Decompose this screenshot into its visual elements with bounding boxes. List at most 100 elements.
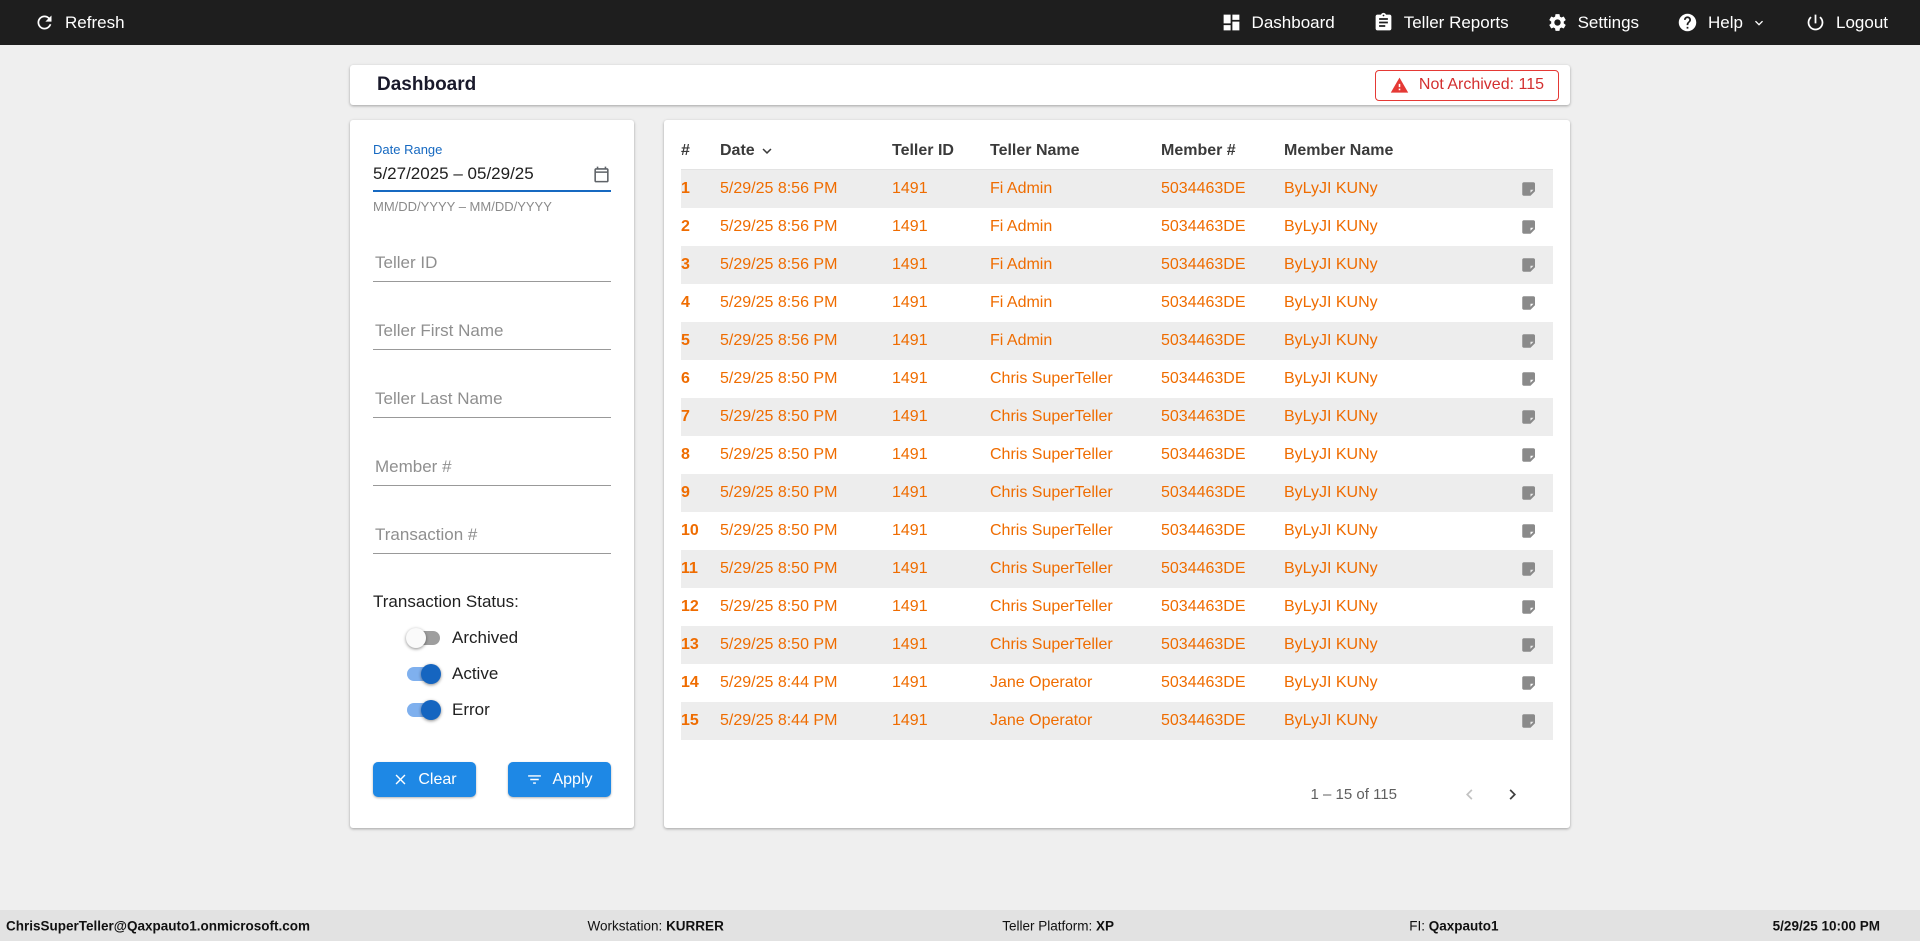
teller-id-input[interactable] xyxy=(373,252,611,274)
note-button[interactable] xyxy=(1505,294,1553,312)
col-header-number: # xyxy=(681,141,690,159)
row-member-number: 5034463DE xyxy=(1161,484,1246,501)
teller-id-field xyxy=(373,252,611,282)
table-row[interactable]: 8 5/29/25 8:50 PM 1491 Chris SuperTeller… xyxy=(681,436,1553,474)
nav-teller-reports[interactable]: Teller Reports xyxy=(1373,12,1509,33)
row-number: 4 xyxy=(681,294,690,311)
workstation-label: Workstation: xyxy=(587,918,663,933)
col-header-member-number: Member # xyxy=(1161,141,1236,159)
calendar-icon xyxy=(594,166,609,182)
row-number: 1 xyxy=(681,180,690,197)
row-teller-id: 1491 xyxy=(892,256,928,273)
clear-button[interactable]: Clear xyxy=(373,762,476,797)
gear-icon xyxy=(1548,14,1566,31)
table-row[interactable]: 5 5/29/25 8:56 PM 1491 Fi Admin 5034463D… xyxy=(681,322,1553,360)
nav-dashboard[interactable]: Dashboard xyxy=(1221,12,1335,33)
table-row[interactable]: 15 5/29/25 8:44 PM 1491 Jane Operator 50… xyxy=(681,702,1553,740)
col-header-date[interactable]: Date xyxy=(720,142,892,160)
row-teller-name: Fi Admin xyxy=(990,256,1053,273)
teller-last-name-input[interactable] xyxy=(373,388,611,410)
note-button[interactable] xyxy=(1505,332,1553,350)
table-row[interactable]: 14 5/29/25 8:44 PM 1491 Jane Operator 50… xyxy=(681,664,1553,702)
note-button[interactable] xyxy=(1505,180,1553,198)
active-toggle[interactable] xyxy=(407,663,441,684)
table-row[interactable]: 2 5/29/25 8:56 PM 1491 Fi Admin 5034463D… xyxy=(681,208,1553,246)
note-button[interactable] xyxy=(1505,598,1553,616)
sort-chevron-down-icon xyxy=(762,147,772,154)
teller-platform-status: Teller Platform: XP xyxy=(1002,918,1114,933)
logged-in-user: ChrisSuperTeller@Qaxpauto1.onmicrosoft.c… xyxy=(6,918,310,933)
row-member-name: ByLyJI KUNy xyxy=(1284,674,1378,691)
row-teller-name: Jane Operator xyxy=(990,674,1093,691)
nav-logout[interactable]: Logout xyxy=(1805,12,1888,33)
nav-settings[interactable]: Settings xyxy=(1547,12,1639,33)
pagination: 1 – 15 of 115 xyxy=(681,784,1553,805)
table-body: 1 5/29/25 8:56 PM 1491 Fi Admin 5034463D… xyxy=(681,170,1553,740)
note-button[interactable] xyxy=(1505,712,1553,730)
row-teller-id: 1491 xyxy=(892,560,928,577)
row-teller-name: Fi Admin xyxy=(990,332,1053,349)
note-button[interactable] xyxy=(1505,256,1553,274)
table-row[interactable]: 4 5/29/25 8:56 PM 1491 Fi Admin 5034463D… xyxy=(681,284,1553,322)
note-button[interactable] xyxy=(1505,370,1553,388)
table-row[interactable]: 13 5/29/25 8:50 PM 1491 Chris SuperTelle… xyxy=(681,626,1553,664)
power-icon xyxy=(1807,14,1824,31)
top-navigation-bar: Refresh Dashboard Teller Reports Setting… xyxy=(0,0,1920,45)
row-number: 6 xyxy=(681,370,690,387)
table-row[interactable]: 7 5/29/25 8:50 PM 1491 Chris SuperTeller… xyxy=(681,398,1553,436)
table-row[interactable]: 10 5/29/25 8:50 PM 1491 Chris SuperTelle… xyxy=(681,512,1553,550)
help-icon xyxy=(1678,13,1697,32)
apply-button[interactable]: Apply xyxy=(508,762,611,797)
table-row[interactable]: 11 5/29/25 8:50 PM 1491 Chris SuperTelle… xyxy=(681,550,1553,588)
note-icon xyxy=(1522,410,1535,424)
main-content: Dashboard Not Archived: 115 Date Range M… xyxy=(0,45,1920,910)
row-teller-name: Chris SuperTeller xyxy=(990,446,1113,463)
table-row[interactable]: 1 5/29/25 8:56 PM 1491 Fi Admin 5034463D… xyxy=(681,170,1553,208)
transaction-number-input[interactable] xyxy=(373,524,611,546)
row-date: 5/29/25 8:44 PM xyxy=(720,674,838,691)
archived-toggle[interactable] xyxy=(406,627,440,648)
note-button[interactable] xyxy=(1505,560,1553,578)
row-date: 5/29/25 8:56 PM xyxy=(720,180,838,197)
row-date: 5/29/25 8:50 PM xyxy=(720,484,838,501)
row-teller-name: Chris SuperTeller xyxy=(990,560,1113,577)
dashboard-icon xyxy=(1223,14,1239,31)
date-range-input[interactable] xyxy=(373,164,586,184)
archived-toggle-label: Archived xyxy=(452,627,519,647)
teller-platform-value: XP xyxy=(1096,918,1115,933)
next-page-button[interactable] xyxy=(1502,784,1523,805)
note-button[interactable] xyxy=(1505,636,1553,654)
row-member-name: ByLyJI KUNy xyxy=(1284,712,1378,729)
row-member-number: 5034463DE xyxy=(1161,180,1246,197)
member-number-input[interactable] xyxy=(373,456,611,478)
close-icon xyxy=(395,774,406,785)
row-member-number: 5034463DE xyxy=(1161,636,1246,653)
row-number: 5 xyxy=(681,332,690,349)
pagination-range-label: 1 – 15 of 115 xyxy=(1310,786,1397,803)
error-toggle[interactable] xyxy=(407,699,441,720)
note-button[interactable] xyxy=(1505,674,1553,692)
nav-help[interactable]: Help xyxy=(1677,12,1767,33)
archived-toggle-row: Archived xyxy=(406,627,611,648)
chevron-left-icon xyxy=(1466,789,1473,800)
refresh-button[interactable]: Refresh xyxy=(34,12,125,33)
table-row[interactable]: 12 5/29/25 8:50 PM 1491 Chris SuperTelle… xyxy=(681,588,1553,626)
transaction-status-label: Transaction Status: xyxy=(373,592,519,611)
row-date: 5/29/25 8:50 PM xyxy=(720,560,838,577)
top-nav-items: Dashboard Teller Reports Settings Help L… xyxy=(1221,12,1888,33)
row-date: 5/29/25 8:50 PM xyxy=(720,522,838,539)
date-range-label: Date Range xyxy=(373,142,443,157)
note-button[interactable] xyxy=(1505,484,1553,502)
note-button[interactable] xyxy=(1505,408,1553,426)
row-number: 8 xyxy=(681,446,690,463)
table-row[interactable]: 9 5/29/25 8:50 PM 1491 Chris SuperTeller… xyxy=(681,474,1553,512)
previous-page-button[interactable] xyxy=(1459,784,1480,805)
calendar-picker-button[interactable] xyxy=(586,165,611,184)
teller-first-name-input[interactable] xyxy=(373,320,611,342)
note-button[interactable] xyxy=(1505,218,1553,236)
error-toggle-row: Error xyxy=(407,699,611,720)
table-row[interactable]: 3 5/29/25 8:56 PM 1491 Fi Admin 5034463D… xyxy=(681,246,1553,284)
table-row[interactable]: 6 5/29/25 8:50 PM 1491 Chris SuperTeller… xyxy=(681,360,1553,398)
note-button[interactable] xyxy=(1505,522,1553,540)
note-button[interactable] xyxy=(1505,446,1553,464)
